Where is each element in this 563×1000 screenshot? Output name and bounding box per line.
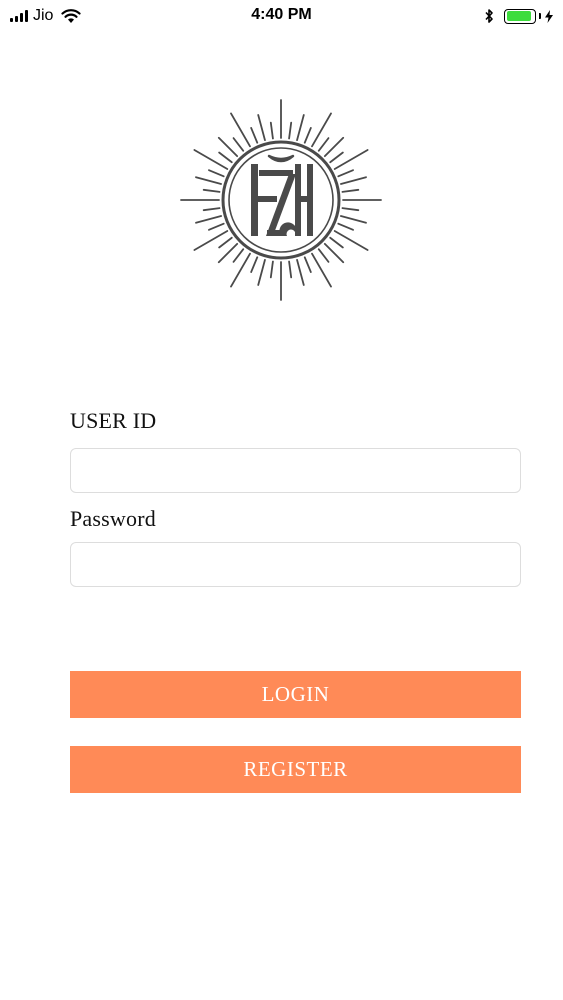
logo-ray [317,248,330,263]
logo-ray [193,149,229,170]
battery-icon [504,8,536,24]
logo-ray [311,112,332,148]
logo-ray [288,260,293,279]
sunburst-monogram-logo [180,99,382,301]
battery-nub [539,13,541,19]
logo-ray [333,149,369,170]
logo-ray [257,114,266,142]
logo-ray [269,260,274,279]
logo-ray [269,121,274,140]
logo-ray [208,222,225,231]
bluetooth-icon [485,9,493,23]
logo-ray [208,169,225,178]
logo-ray [250,127,259,144]
logo-ray [341,188,360,193]
logo-ray [230,252,251,288]
logo-ray [339,215,367,224]
user-id-label: USER ID [70,408,157,433]
logo-ray [296,114,305,142]
logo-ray [329,236,344,249]
logo-ray [257,258,266,286]
logo-ray [232,137,245,152]
logo-ray [288,121,293,140]
register-button[interactable]: REGISTER [70,746,521,793]
logo-ray [333,230,369,251]
logo-ray [303,127,312,144]
status-time: 4:40 PM [251,6,312,23]
password-label: Password [70,506,156,531]
logo-ray [202,207,221,212]
logo-ray [250,256,259,273]
logo-ray [202,188,221,193]
logo-ray [218,151,233,164]
logo-monogram [251,164,313,236]
logo-ray [232,248,245,263]
battery-level-fill [506,11,532,21]
logo-crescent [267,154,295,163]
logo-ray [296,258,305,286]
logo-ray [329,151,344,164]
password-input[interactable] [70,542,521,587]
charging-bolt-icon [545,9,553,23]
logo-ray [317,137,330,152]
status-bar: Jio 4:40 PM [0,0,563,34]
logo-ray [303,256,312,273]
logo-ray [337,169,354,178]
logo-ray [195,176,223,185]
logo-ray [311,252,332,288]
login-button[interactable]: LOGIN [70,671,521,718]
logo-ray [230,112,251,148]
logo-ray [337,222,354,231]
status-right [484,6,553,26]
logo-ray [339,176,367,185]
logo-ray [218,236,233,249]
user-id-input[interactable] [70,448,521,493]
logo-ray [193,230,229,251]
logo-ray [195,215,223,224]
logo-ray [341,207,360,212]
